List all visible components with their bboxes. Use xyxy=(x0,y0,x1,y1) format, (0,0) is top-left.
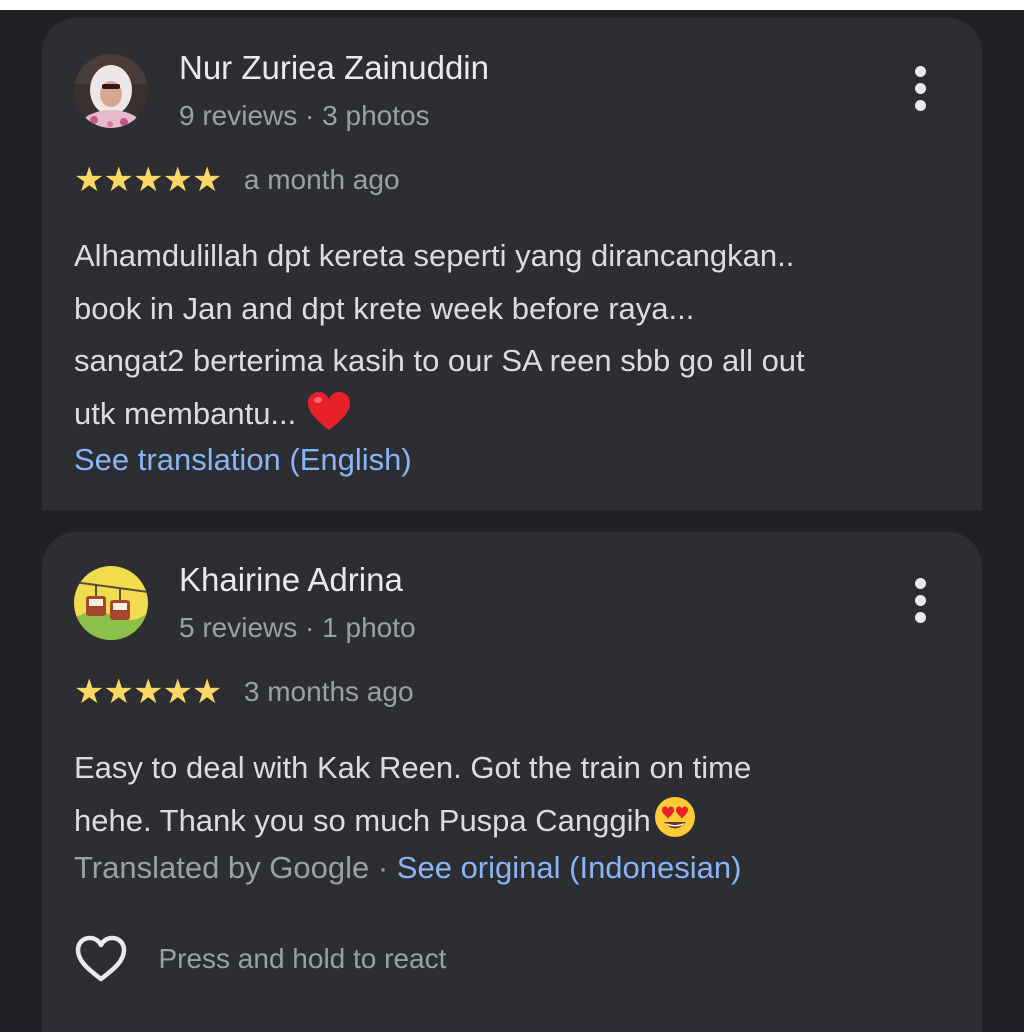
review-text-line: Alhamdulillah dpt kereta seperti yang di… xyxy=(74,238,795,273)
translated-by-label: Translated by Google · xyxy=(74,850,397,885)
review-date: a month ago xyxy=(243,164,400,195)
react-row[interactable]: Press and hold to react xyxy=(74,934,446,990)
avatar-photo-icon xyxy=(74,54,148,128)
status-bar-strip xyxy=(0,0,1024,10)
review-text-line: sangat2 berterima kasih to our SA reen s… xyxy=(74,343,805,378)
review-date: 3 months ago xyxy=(243,676,414,707)
reviewer-name[interactable]: Nur Zuriea Zainuddin xyxy=(179,49,489,87)
reviewer-stats[interactable]: 5 reviews · 1 photo xyxy=(179,612,416,644)
heart-outline-icon[interactable] xyxy=(74,934,128,984)
more-options-icon[interactable] xyxy=(908,578,932,628)
rating-row: ★★★★★ a month ago xyxy=(74,162,400,198)
reviewer-stats[interactable]: 9 reviews · 3 photos xyxy=(179,100,430,132)
more-options-icon[interactable] xyxy=(908,66,932,116)
cable-car-avatar-icon xyxy=(74,566,148,640)
star-rating: ★★★★★ xyxy=(74,161,222,199)
rating-row: ★★★★★ 3 months ago xyxy=(74,674,414,710)
review-text-line: utk membantu... xyxy=(74,388,974,449)
reviewer-avatar[interactable] xyxy=(74,54,148,128)
review-text-line: book in Jan and dpt krete week before ra… xyxy=(74,290,695,326)
see-translation-link[interactable]: See translation (English) xyxy=(74,442,412,478)
review-card: Khairine Adrina 5 reviews · 1 photo ★★★★… xyxy=(42,532,982,1032)
review-text-line: hehe. Thank you so much Puspa Canggih xyxy=(74,795,974,856)
red-heart-emoji-icon xyxy=(306,390,352,449)
review-card: Nur Zuriea Zainuddin 9 reviews · 3 photo… xyxy=(42,18,982,510)
react-hint-label: Press and hold to react xyxy=(158,943,447,974)
reviewer-avatar[interactable] xyxy=(74,566,148,640)
see-original-link[interactable]: See original (Indonesian) xyxy=(397,850,742,885)
heart-eyes-emoji-icon xyxy=(653,795,697,856)
reviewer-name[interactable]: Khairine Adrina xyxy=(179,561,403,599)
star-rating: ★★★★★ xyxy=(74,673,222,711)
translation-info: Translated by Google · See original (Ind… xyxy=(74,850,741,886)
review-text-line: Easy to deal with Kak Reen. Got the trai… xyxy=(74,750,752,785)
review-text[interactable]: Alhamdulillah dpt kereta seperti yang di… xyxy=(74,230,974,448)
review-text[interactable]: Easy to deal with Kak Reen. Got the trai… xyxy=(74,742,974,855)
